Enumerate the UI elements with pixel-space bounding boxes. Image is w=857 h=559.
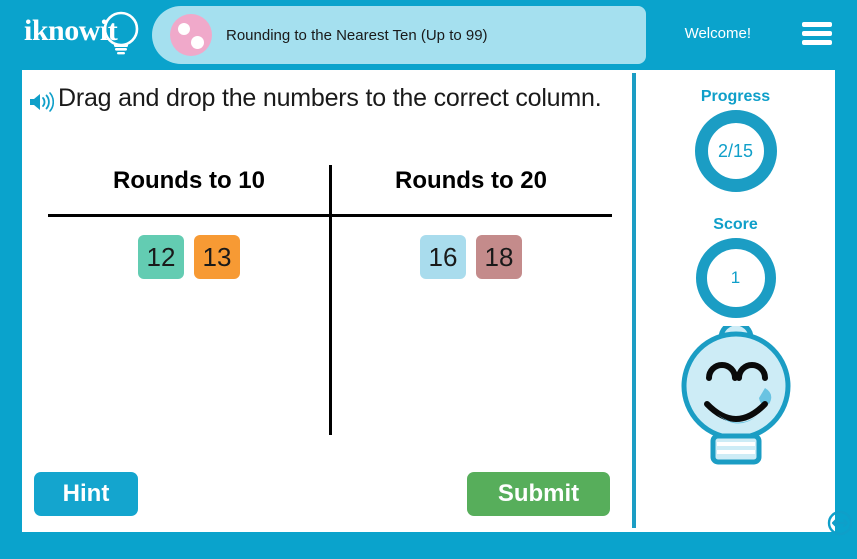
score-label: Score: [713, 216, 758, 233]
speaker-icon[interactable]: [28, 91, 54, 113]
number-tile[interactable]: 16: [420, 235, 466, 279]
smiling-lightbulb-mascot-icon: [681, 326, 790, 465]
lesson-title-pill: Rounding to the Nearest Ten (Up to 99): [152, 6, 646, 64]
instruction-row: Drag and drop the numbers to the correct…: [28, 84, 624, 113]
score-value: 1: [730, 268, 741, 287]
drop-zone-rounds-to-10[interactable]: 12 13: [48, 217, 330, 433]
number-tile[interactable]: 13: [194, 235, 240, 279]
sorting-columns: Rounds to 10 Rounds to 20 12 13 16 18: [48, 165, 612, 435]
app-header: iknowit Rounding to the Nearest Ten (Up …: [0, 0, 857, 67]
welcome-label: Welcome!: [684, 25, 751, 42]
question-panel: Drag and drop the numbers to the correct…: [22, 70, 632, 532]
pink-dots-circle-icon: [170, 14, 212, 56]
resize-horizontal-icon[interactable]: [827, 510, 853, 536]
submit-button[interactable]: Submit: [467, 472, 610, 516]
number-tile[interactable]: 12: [138, 235, 184, 279]
drop-zones: 12 13 16 18: [48, 217, 612, 433]
page-title: Rounding to the Nearest Ten (Up to 99): [226, 26, 488, 44]
progress-value: 2/15: [717, 140, 754, 161]
lightbulb-icon: [103, 11, 139, 55]
score-ring: 1: [695, 238, 776, 318]
progress-label: Progress: [700, 88, 771, 105]
drop-zone-rounds-to-20[interactable]: 16 18: [330, 217, 612, 433]
content-frame: Drag and drop the numbers to the correct…: [0, 67, 857, 559]
content-surface: Drag and drop the numbers to the correct…: [22, 70, 853, 536]
app-window: iknowit Rounding to the Nearest Ten (Up …: [0, 0, 857, 559]
status-sidebar: Progress 2/15 Score 1: [636, 70, 853, 536]
hamburger-menu-icon[interactable]: [802, 22, 832, 45]
column-header-left: Rounds to 10: [112, 167, 265, 194]
instruction-text: Drag and drop the numbers to the correct…: [58, 84, 602, 112]
progress-ring: 2/15: [694, 110, 777, 192]
app-logo[interactable]: iknowit: [24, 10, 154, 58]
number-tile[interactable]: 18: [476, 235, 522, 279]
column-header-right: Rounds to 20: [394, 167, 547, 194]
hint-button[interactable]: Hint: [34, 472, 138, 516]
